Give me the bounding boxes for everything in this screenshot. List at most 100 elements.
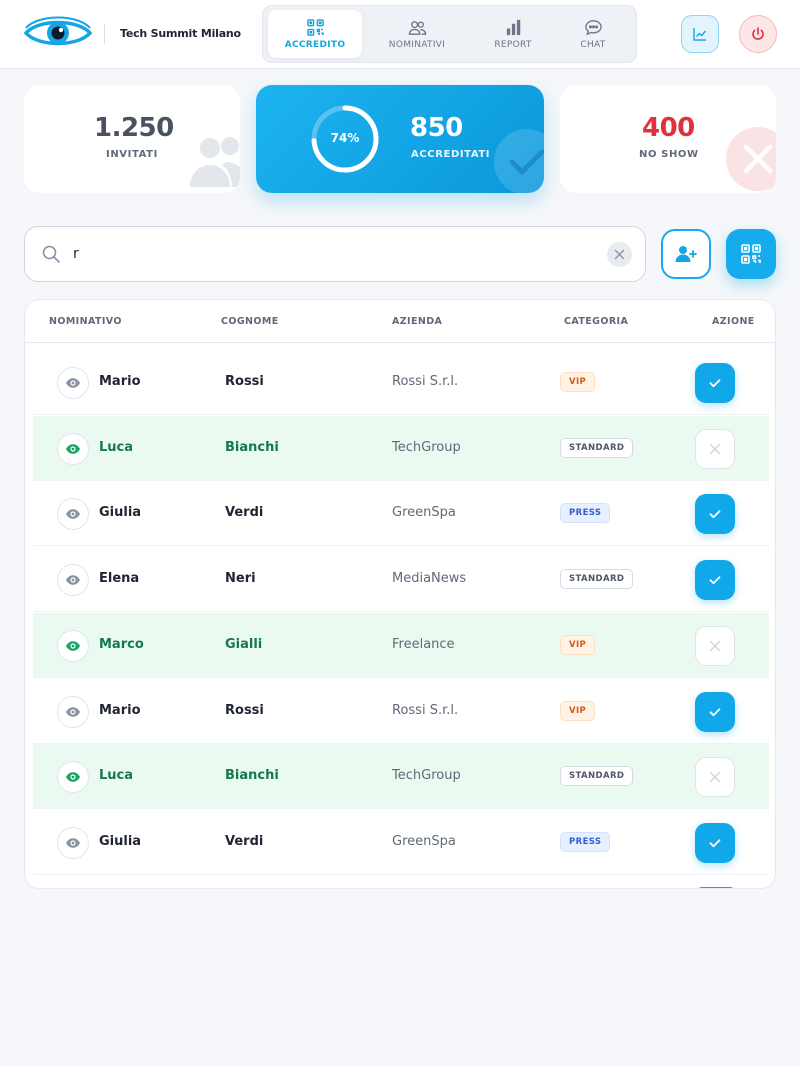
eye-icon xyxy=(66,772,80,782)
accreditati-count: 850 xyxy=(410,113,463,143)
check-icon xyxy=(709,576,721,585)
cell-cognome: Bianchi xyxy=(225,768,279,784)
tab-label: ACCREDITO xyxy=(284,40,346,50)
eye-logo-icon xyxy=(24,16,92,46)
check-circle-icon xyxy=(494,129,544,193)
eye-icon xyxy=(66,509,80,520)
logout-button[interactable] xyxy=(739,15,777,53)
accredit-toggle-button[interactable] xyxy=(695,625,735,666)
category-badge: VIP xyxy=(560,372,596,392)
cell-cognome: Gialli xyxy=(225,636,263,652)
table-header: NOMINATIVO COGNOME AZIENDA CATEGORIA AZI… xyxy=(25,300,775,343)
tab-label: CHAT xyxy=(580,40,606,50)
cell-azienda: Rossi S.r.l. xyxy=(392,374,459,389)
cell-cognome: Verdi xyxy=(225,833,264,849)
chat-icon xyxy=(584,20,602,36)
cell-azienda: Freelance xyxy=(392,636,455,652)
tab-accredito[interactable]: ACCREDITO xyxy=(268,10,362,58)
category-badge: STANDARD xyxy=(560,766,634,787)
tab-report[interactable]: REPORT xyxy=(467,10,559,58)
add-guest-button[interactable] xyxy=(661,229,711,279)
stat-card-no-show: 400 NO SHOW xyxy=(560,85,776,193)
accredited-toggle-button[interactable] xyxy=(695,494,735,535)
cell-nome: Giulia xyxy=(99,505,142,521)
clear-search-button[interactable] xyxy=(607,242,632,267)
view-details-button[interactable] xyxy=(57,367,89,399)
table-row: Giulia Verdi GreenSpa PRESS xyxy=(33,481,769,547)
main-nav: ACCREDITO NOMINATIVI REPORT CHAT xyxy=(262,5,637,63)
cell-cognome: Rossi xyxy=(225,702,264,718)
close-icon xyxy=(709,771,721,783)
qr-code-icon xyxy=(306,19,324,36)
accredited-toggle-button[interactable] xyxy=(695,691,735,732)
stats-button[interactable] xyxy=(681,15,719,53)
accredit-toggle-button[interactable] xyxy=(695,757,735,798)
trend-chart-icon xyxy=(693,28,707,41)
users-icon xyxy=(190,137,240,187)
eye-icon xyxy=(66,575,80,585)
tab-chat[interactable]: CHAT xyxy=(551,10,635,58)
search-input[interactable] xyxy=(73,241,593,267)
scan-qr-button[interactable] xyxy=(726,229,776,279)
users-icon xyxy=(408,21,426,35)
tab-nominativi[interactable]: NOMINATIVI xyxy=(369,10,465,58)
accreditati-label: ACCREDITATI xyxy=(411,149,491,160)
accredited-toggle-button[interactable] xyxy=(695,822,735,863)
cell-cognome: Verdi xyxy=(225,505,264,521)
category-badge: STANDARD xyxy=(560,569,634,590)
accredited-toggle-button[interactable] xyxy=(695,560,735,601)
table-row: Mario Rossi Rossi S.r.l. VIP xyxy=(33,679,769,744)
guest-table: NOMINATIVO COGNOME AZIENDA CATEGORIA AZI… xyxy=(24,299,776,889)
view-details-button[interactable] xyxy=(57,432,89,465)
view-details-button[interactable] xyxy=(57,695,89,728)
brand-divider xyxy=(104,24,105,44)
cell-cognome: Rossi xyxy=(225,374,264,389)
column-header-cognome: COGNOME xyxy=(221,316,279,327)
bar-chart-icon xyxy=(506,19,520,36)
view-details-button[interactable] xyxy=(57,564,89,597)
tab-label: NOMINATIVI xyxy=(388,40,446,50)
app-header: Tech Summit Milano ACCREDITO NOMINATIVI … xyxy=(0,0,800,69)
category-badge: VIP xyxy=(560,700,596,721)
category-badge: PRESS xyxy=(560,831,611,852)
column-header-azione: AZIONE xyxy=(712,316,755,327)
search-box xyxy=(24,226,646,282)
cell-nome: Giulia xyxy=(99,833,142,849)
accredited-toggle-button[interactable] xyxy=(695,363,735,403)
accredit-toggle-button[interactable] xyxy=(695,428,735,469)
close-circle-icon xyxy=(726,127,776,191)
view-details-button[interactable] xyxy=(57,498,89,531)
stat-card-accreditati: 74% 850 ACCREDITATI xyxy=(256,85,544,193)
tab-label: REPORT xyxy=(494,40,532,50)
cell-cognome: Bianchi xyxy=(225,439,279,455)
cell-nome: Mario xyxy=(99,702,141,718)
table-row: Marco Gialli Freelance VIP xyxy=(33,612,769,678)
power-icon xyxy=(752,27,764,40)
no-show-label: NO SHOW xyxy=(639,149,699,160)
event-title: Tech Summit Milano xyxy=(120,27,241,40)
no-show-count: 400 xyxy=(642,113,695,143)
table-row: Elena Neri MediaNews STANDARD xyxy=(33,547,769,613)
cell-cognome: Neri xyxy=(225,571,256,587)
check-icon xyxy=(709,510,721,519)
cell-nome: Luca xyxy=(99,768,134,784)
column-header-nominativo: NOMINATIVO xyxy=(49,316,122,327)
view-details-button[interactable] xyxy=(57,629,89,662)
check-icon xyxy=(709,839,721,847)
add-user-icon xyxy=(675,246,697,262)
view-details-button[interactable] xyxy=(57,826,89,859)
stat-card-invitati: 1.250 INVITATI xyxy=(24,85,240,193)
table-row: Mario Rossi Rossi S.r.l. VIP xyxy=(33,350,769,415)
cell-nome: Mario xyxy=(99,374,141,389)
cell-azienda: TechGroup xyxy=(392,768,461,784)
close-icon xyxy=(614,249,625,260)
check-icon xyxy=(709,707,721,716)
accreditati-percent: 74% xyxy=(330,131,360,145)
cell-azienda: Rossi S.r.l. xyxy=(392,702,459,718)
category-badge: VIP xyxy=(560,634,596,655)
column-header-azienda: AZIENDA xyxy=(392,316,443,327)
view-details-button[interactable] xyxy=(57,761,89,794)
table-row: Luca Bianchi TechGroup STANDARD xyxy=(33,415,769,481)
cell-azienda: GreenSpa xyxy=(392,505,456,521)
cell-nome: Luca xyxy=(99,439,134,455)
